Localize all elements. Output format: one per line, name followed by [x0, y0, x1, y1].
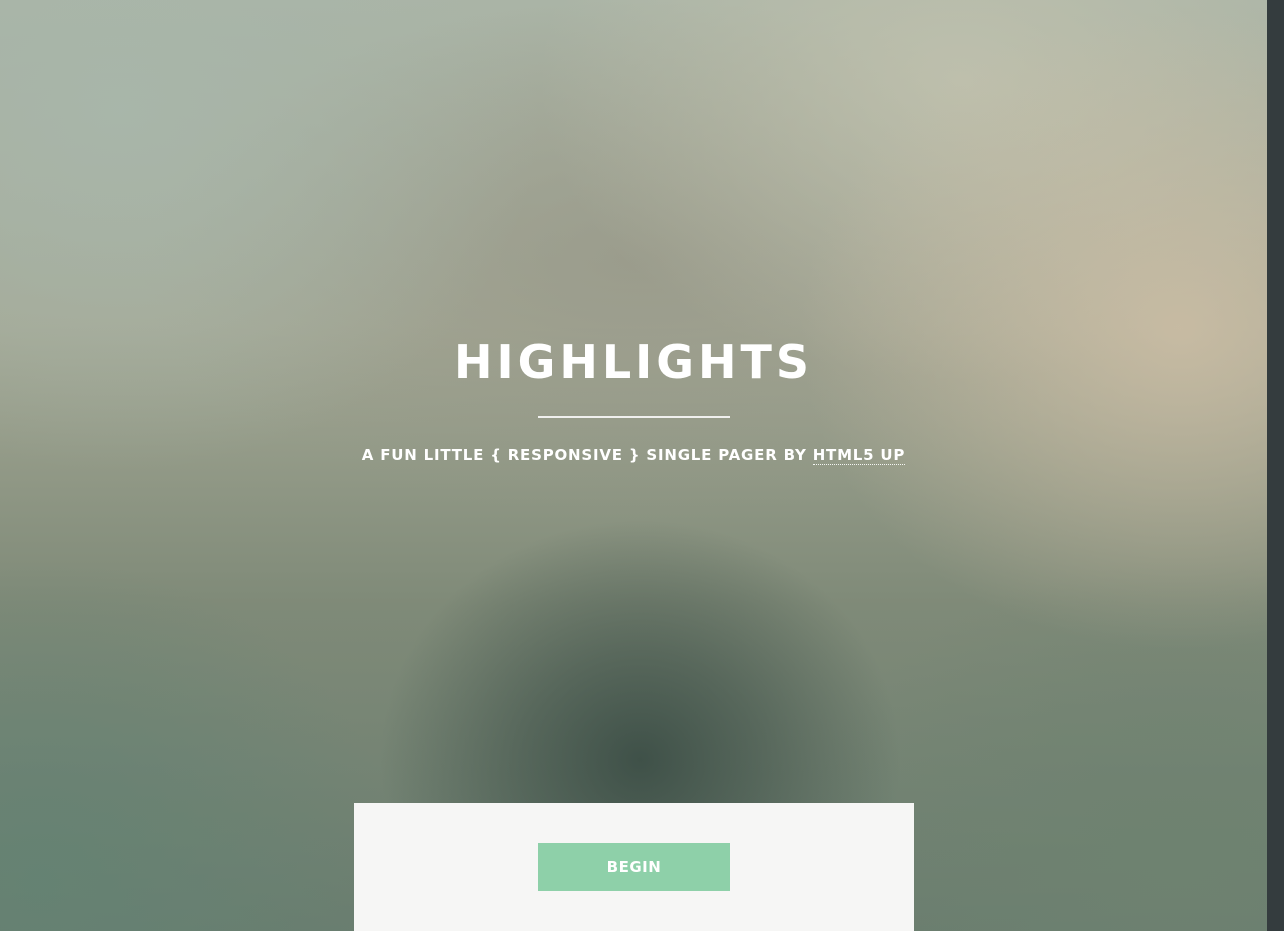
begin-button[interactable]: BEGIN [538, 843, 730, 891]
html5up-link[interactable]: HTML5 UP [812, 446, 906, 465]
scrollbar[interactable] [1267, 0, 1284, 931]
tagline-text: A FUN LITTLE { RESPONSIVE } SINGLE PAGER… [361, 446, 813, 464]
hero-header: HIGHLIGHTS A FUN LITTLE { RESPONSIVE } S… [0, 330, 1267, 466]
page-viewport: HIGHLIGHTS A FUN LITTLE { RESPONSIVE } S… [0, 0, 1284, 931]
title-divider [537, 416, 730, 418]
intro-panel: BEGIN [354, 803, 914, 931]
page-title: HIGHLIGHTS [453, 335, 814, 389]
tagline: A FUN LITTLE { RESPONSIVE } SINGLE PAGER… [0, 444, 1267, 466]
